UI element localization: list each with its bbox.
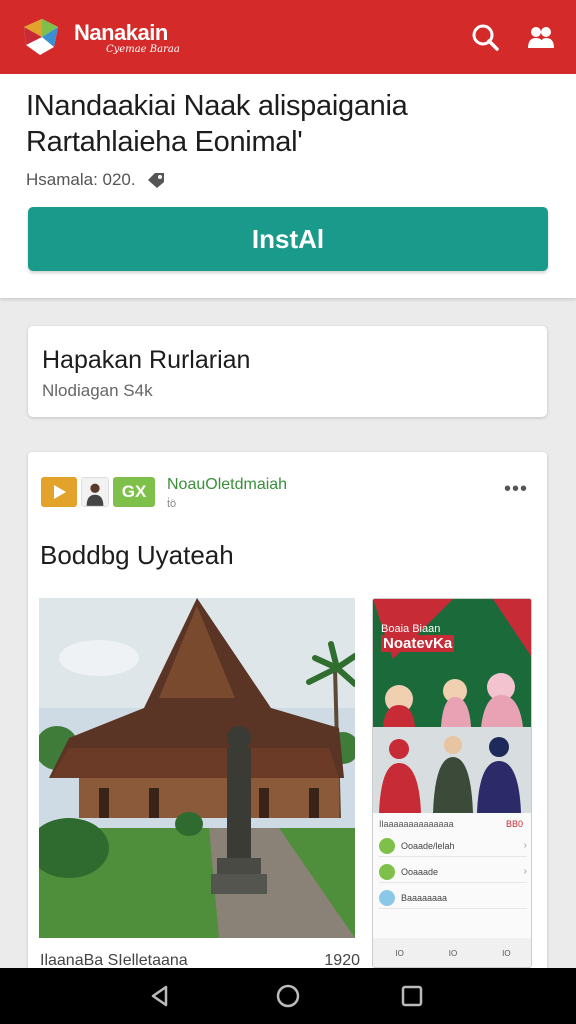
info-subtitle: Nlodiagan S4k [42,381,153,400]
phone-nav-item: IO [502,949,511,958]
brand-tagline: Cyemae Baraa [106,44,180,55]
phone-nav-item: IO [448,949,458,958]
phone-preview[interactable]: Boaia Biaan NoatevKa Ilaaaaaaaaaaaaaa BB… [372,598,532,968]
phone-row-label: Baaaaaaaa [401,892,448,903]
phone-banner-line1: Boaia Biaan [381,623,441,635]
dot-icon [379,863,395,880]
info-card[interactable]: Hapakan Rurlarian Nlodiagan S4k [28,326,547,417]
dot-icon [379,837,395,854]
search-icon[interactable] [470,22,500,52]
phone-row-label: Ooaaade [401,866,439,877]
phone-list-head: Ilaaaaaaaaaaaaaa [379,819,454,829]
feed-source[interactable]: NoauOletdmaiah [167,476,287,494]
app-detail-card: INandaakiai Naak alispaigania Rartahlaie… [0,74,576,298]
app-title: INandaakiai Naak alispaigania Rartahlaie… [26,90,408,158]
feed-card[interactable]: GX NoauOletdmaiah ṫö ••• Boddbg Uyateah [28,452,547,992]
more-options-icon[interactable]: ••• [504,478,528,501]
phone-row: Baaaaaaaa [379,887,527,909]
phone-nav: IO IO IO [373,938,531,967]
app-header: Nanakain Cyemae Baraa [0,0,576,74]
app-meta-text: Hsamala: 020. [26,170,136,189]
phone-nav-item: IO [395,949,404,958]
phone-list: Ilaaaaaaaaaaaaaa BB0 Ooaade/lelah › Ooaa… [373,813,531,938]
phone-banner: Boaia Biaan NoatevKa [373,599,531,727]
banner-art [373,599,531,727]
install-button[interactable]: InstAl [28,207,548,271]
play-icon[interactable] [41,477,77,507]
brand-name: Nanakain [74,20,168,45]
people-icon[interactable] [526,22,556,52]
app-logo-icon[interactable] [20,13,62,57]
phone-photo [373,727,531,813]
avatar-icon[interactable] [81,477,109,507]
feed-source-sub: ṫö [167,498,177,510]
home-icon[interactable] [274,982,302,1010]
chevron-right-icon: › [523,840,527,851]
phone-row: Ooaaade › [379,861,527,883]
tag-icon [147,173,164,188]
phone-banner-line2: NoatevKa [381,635,455,652]
temple-photo[interactable] [39,598,355,938]
system-nav-bar [0,968,576,1024]
phone-list-count: BB0 [506,819,524,829]
feed-headline[interactable]: Boddbg Uyateah [40,540,234,571]
phone-row: Ooaade/lelah › [379,835,527,857]
chevron-right-icon: › [523,866,527,877]
dot-icon [379,889,395,906]
app-meta: Hsamala: 020. [26,170,166,190]
recent-apps-icon[interactable] [398,982,426,1010]
info-title: Hapakan Rurlarian [42,346,251,374]
back-icon[interactable] [146,982,174,1010]
gx-badge[interactable]: GX [113,477,155,507]
phone-row-label: Ooaade/lelah [401,840,455,851]
